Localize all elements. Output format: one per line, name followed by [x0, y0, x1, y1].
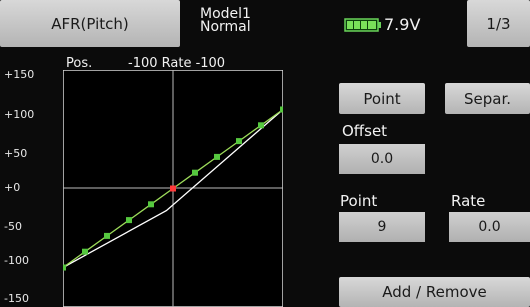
- curve-point[interactable]: [104, 232, 110, 239]
- curve-point[interactable]: [126, 217, 132, 224]
- curve-point-selected[interactable]: [170, 185, 176, 192]
- battery-voltage: 7.9V: [384, 15, 421, 34]
- pos-label: Pos.: [66, 56, 93, 71]
- point-number-field[interactable]: 9: [339, 212, 425, 242]
- curve-point[interactable]: [82, 248, 88, 255]
- y-tick-label: +0: [4, 181, 21, 194]
- curve-point[interactable]: [63, 264, 66, 271]
- rate-value-field[interactable]: 0.0: [449, 212, 530, 242]
- page-indicator-button[interactable]: 1/3: [467, 0, 530, 47]
- y-tick-label: -150: [4, 292, 29, 305]
- y-tick-label: +50: [4, 147, 28, 160]
- battery-icon: [344, 17, 382, 36]
- curve-point[interactable]: [148, 201, 154, 208]
- y-tick-label: +150: [4, 68, 35, 81]
- curve-point[interactable]: [236, 138, 242, 145]
- y-tick-label: -100: [4, 254, 29, 267]
- y-tick-label: +100: [4, 108, 35, 121]
- curve-point[interactable]: [192, 169, 198, 176]
- point-label: Point: [340, 192, 378, 210]
- curve-graph[interactable]: [63, 70, 283, 307]
- point-button[interactable]: Point: [339, 83, 425, 114]
- rate-header: -100 Rate -100: [128, 56, 226, 71]
- add-remove-button[interactable]: Add / Remove: [339, 277, 530, 307]
- offset-label: Offset: [342, 122, 388, 140]
- offset-value-field[interactable]: 0.0: [339, 144, 425, 174]
- y-tick-label: -50: [4, 220, 22, 233]
- condition-name: Normal: [200, 19, 251, 35]
- separ-button[interactable]: Separ.: [445, 83, 530, 114]
- curve-point[interactable]: [214, 153, 220, 160]
- model-info: Model1 Normal: [200, 7, 251, 35]
- curve-point[interactable]: [280, 106, 283, 113]
- curve-point[interactable]: [258, 122, 264, 129]
- function-title-button[interactable]: AFR(Pitch): [0, 0, 180, 47]
- rate-label: Rate: [451, 192, 486, 210]
